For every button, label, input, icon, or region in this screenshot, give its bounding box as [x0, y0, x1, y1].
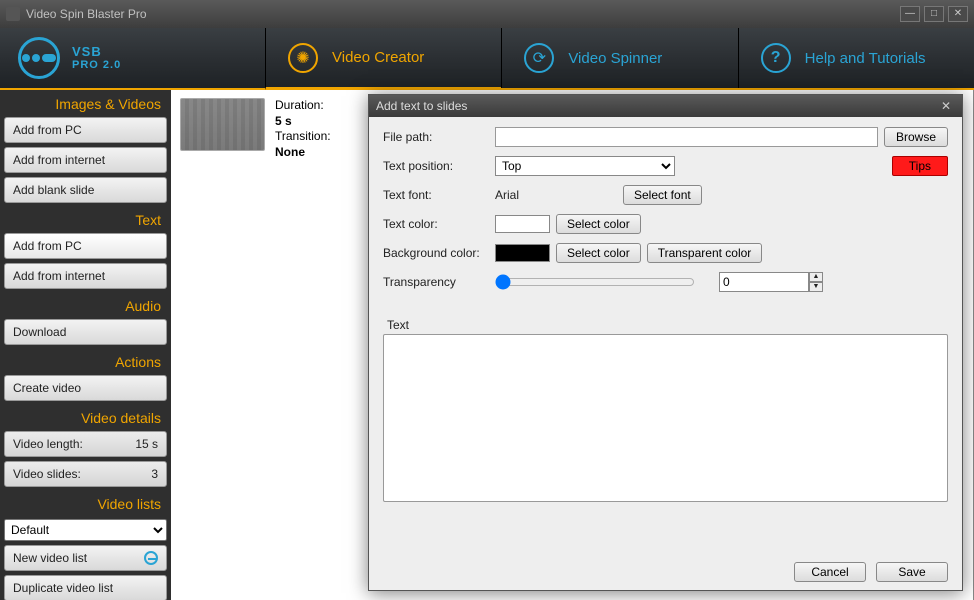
app-icon [6, 7, 20, 21]
select-font-button[interactable]: Select font [623, 185, 702, 205]
section-video-details: Video details [0, 404, 171, 430]
save-button[interactable]: Save [876, 562, 948, 582]
refresh-icon: ⟳ [524, 43, 554, 73]
window-titlebar: Video Spin Blaster Pro — □ ✕ [0, 0, 974, 28]
logo-text: VSB PRO 2.0 [72, 45, 121, 71]
maximize-button[interactable]: □ [924, 6, 944, 22]
text-position-label: Text position: [383, 159, 489, 173]
nav-label: Video Spinner [568, 50, 662, 67]
select-bg-color-button[interactable]: Select color [556, 243, 641, 263]
dialog-titlebar: Add text to slides ✕ [369, 95, 962, 117]
slide-meta: Duration: 5 s Transition: None [275, 98, 331, 160]
add-from-internet-images[interactable]: Add from internet [4, 147, 167, 173]
duplicate-video-list[interactable]: Duplicate video list [4, 575, 167, 600]
minimize-button[interactable]: — [900, 6, 920, 22]
select-text-color-button[interactable]: Select color [556, 214, 641, 234]
section-video-lists: Video lists [0, 490, 171, 516]
video-list-select[interactable]: Default [4, 519, 167, 541]
window-title: Video Spin Blaster Pro [26, 7, 147, 21]
slide-thumbnail[interactable] [180, 98, 265, 151]
browse-button[interactable]: Browse [884, 127, 948, 147]
section-actions: Actions [0, 348, 171, 374]
transition-value: None [275, 145, 305, 159]
video-length-row: Video length: 15 s [4, 431, 167, 457]
logo-icon [18, 37, 60, 79]
video-slides-row: Video slides: 3 [4, 461, 167, 487]
question-icon: ? [761, 43, 791, 73]
dialog-close-icon[interactable]: ✕ [937, 99, 955, 113]
spin-down-icon[interactable]: ▼ [809, 282, 823, 292]
logo: VSB PRO 2.0 [0, 28, 265, 88]
text-position-select[interactable]: Top [495, 156, 675, 176]
text-area-label: Text [383, 315, 948, 334]
file-path-input[interactable] [495, 127, 878, 147]
add-text-dialog: Add text to slides ✕ File path: Browse T… [368, 94, 963, 591]
video-length-label: Video length: [13, 437, 83, 451]
file-path-label: File path: [383, 130, 489, 144]
add-blank-slide[interactable]: Add blank slide [4, 177, 167, 203]
dialog-title: Add text to slides [376, 99, 467, 113]
transparency-label: Transparency [383, 275, 489, 289]
add-from-pc-images[interactable]: Add from PC [4, 117, 167, 143]
bg-color-label: Background color: [383, 246, 489, 260]
add-from-pc-text[interactable]: Add from PC [4, 233, 167, 259]
video-slides-value: 3 [151, 467, 158, 481]
text-area[interactable] [383, 334, 948, 502]
nav-label: Help and Tutorials [805, 50, 926, 67]
video-length-value: 15 s [135, 437, 158, 451]
new-video-list[interactable]: New video list [4, 545, 167, 571]
close-button[interactable]: ✕ [948, 6, 968, 22]
transparency-slider[interactable] [495, 274, 695, 290]
duration-label: Duration: [275, 98, 331, 114]
nav-label: Video Creator [332, 49, 424, 66]
text-font-value: Arial [495, 188, 617, 202]
add-from-internet-text[interactable]: Add from internet [4, 263, 167, 289]
spin-up-icon[interactable]: ▲ [809, 272, 823, 282]
new-list-icon [144, 551, 158, 565]
transition-label: Transition: [275, 129, 331, 145]
transparent-color-button[interactable]: Transparent color [647, 243, 763, 263]
section-audio: Audio [0, 292, 171, 318]
nav-video-spinner[interactable]: ⟳ Video Spinner [501, 28, 737, 88]
create-video[interactable]: Create video [4, 375, 167, 401]
tips-button[interactable]: Tips [892, 156, 948, 176]
text-color-label: Text color: [383, 217, 489, 231]
bg-color-swatch [495, 244, 550, 262]
sidebar: Images & Videos Add from PC Add from int… [0, 90, 171, 600]
download-audio[interactable]: Download [4, 319, 167, 345]
gear-icon: ✺ [288, 43, 318, 73]
nav-video-creator[interactable]: ✺ Video Creator [265, 28, 501, 90]
transparency-input[interactable] [719, 272, 809, 292]
video-slides-label: Video slides: [13, 467, 81, 481]
section-text: Text [0, 206, 171, 232]
text-font-label: Text font: [383, 188, 489, 202]
video-list-dropdown[interactable]: Default [4, 519, 167, 541]
duration-value: 5 s [275, 114, 292, 128]
text-color-swatch [495, 215, 550, 233]
nav-help[interactable]: ? Help and Tutorials [738, 28, 974, 88]
top-nav: VSB PRO 2.0 ✺ Video Creator ⟳ Video Spin… [0, 28, 974, 90]
section-images-videos: Images & Videos [0, 90, 171, 116]
cancel-button[interactable]: Cancel [794, 562, 866, 582]
